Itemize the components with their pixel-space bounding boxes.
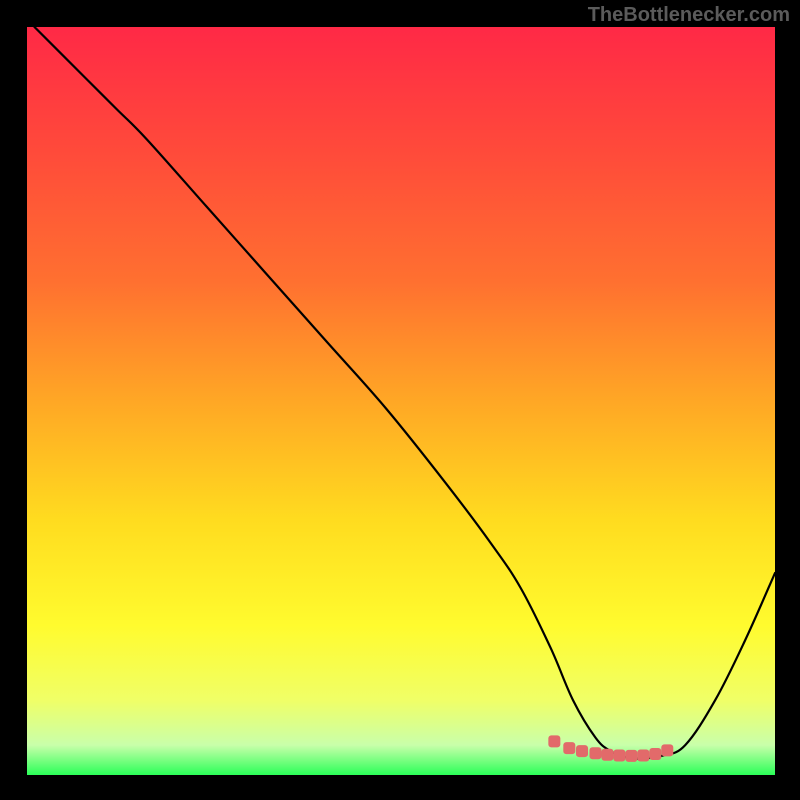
optimal-marker	[589, 747, 601, 759]
optimal-marker	[637, 750, 649, 762]
chart-container: TheBottlenecker.com	[0, 0, 800, 800]
optimal-marker	[576, 745, 588, 757]
optimal-marker	[601, 749, 613, 761]
optimal-marker	[548, 735, 560, 747]
optimal-marker	[613, 750, 625, 762]
plot-background	[27, 27, 775, 775]
watermark-text: TheBottlenecker.com	[588, 4, 790, 27]
optimal-marker	[563, 742, 575, 754]
optimal-marker	[625, 750, 637, 762]
optimal-marker	[661, 744, 673, 756]
bottleneck-curve-chart	[0, 0, 800, 800]
optimal-marker	[649, 748, 661, 760]
